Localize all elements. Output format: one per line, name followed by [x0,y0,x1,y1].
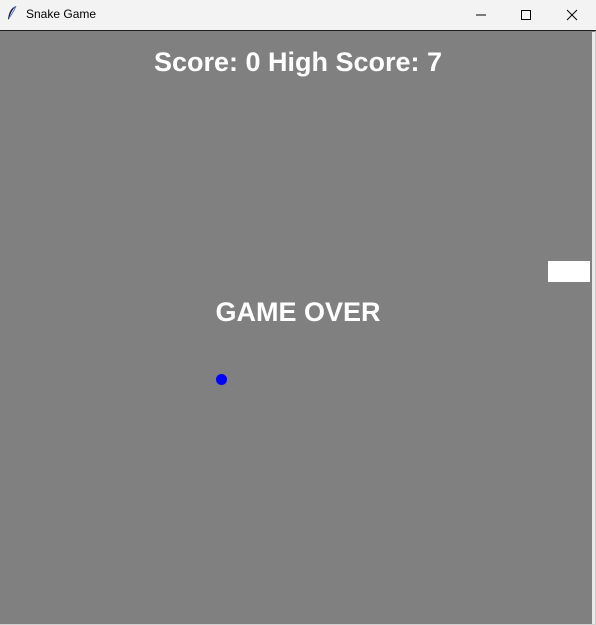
feather-icon [6,5,18,21]
close-button[interactable] [549,0,595,30]
snake-segment [548,261,590,282]
window-title: Snake Game [26,7,97,21]
maximize-icon [520,9,532,21]
window-edge [592,32,595,624]
food-dot [216,374,227,385]
minimize-button[interactable] [458,0,504,30]
title-bar[interactable]: Snake Game [0,0,596,31]
maximize-button[interactable] [503,0,549,30]
game-canvas[interactable]: Score: 0 High Score: 7 GAME OVER [0,32,592,624]
game-window: Snake Game Score: 0 High Score: 7 GAME O… [0,0,596,625]
game-over-label: GAME OVER [215,297,381,327]
close-icon [566,9,578,21]
score-label: Score: 0 High Score: 7 [153,47,443,77]
minimize-icon [475,9,487,21]
